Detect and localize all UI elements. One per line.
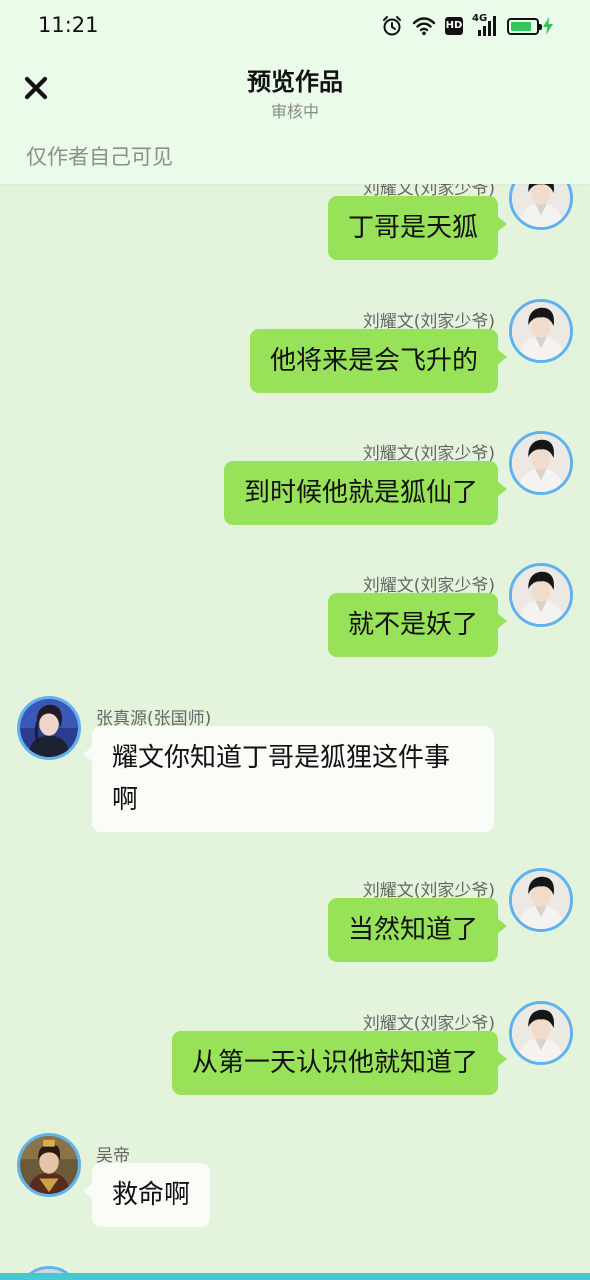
- status-time: 11:21: [38, 13, 99, 37]
- page-title: 预览作品: [247, 68, 343, 96]
- top-bar: 11:21 HD 4G 预览作品 审核中 仅作者自己可见: [0, 0, 590, 184]
- message-bubble[interactable]: 他将来是会飞升的: [249, 329, 508, 393]
- avatar-liu-yaowen[interactable]: [509, 431, 573, 495]
- message-bubble[interactable]: 耀文你知道丁哥是狐狸这件事啊: [83, 726, 494, 832]
- message-bubble[interactable]: 丁哥是天狐: [327, 196, 508, 260]
- bottom-edge-strip: [0, 1273, 590, 1280]
- chat-preview[interactable]: 刘耀文(刘家少爷) 丁哥是天狐 刘耀文(刘家少爷) 他将来是会飞升的 刘耀文(刘…: [0, 0, 590, 1280]
- alarm-icon: [383, 16, 401, 36]
- signal-icon: 4G: [472, 13, 498, 37]
- message-bubble[interactable]: 当然知道了: [327, 898, 508, 962]
- charging-icon: [543, 17, 553, 35]
- status-bar: 11:21 HD 4G: [0, 0, 590, 52]
- avatar-zhang-zhenyuan[interactable]: [17, 696, 81, 760]
- message-bubble[interactable]: 救命啊: [82, 1163, 211, 1227]
- avatar-liu-yaowen[interactable]: [509, 1001, 573, 1065]
- avatar-liu-yaowen[interactable]: [509, 868, 573, 932]
- avatar-liu-yaowen[interactable]: [509, 299, 573, 363]
- visibility-note: 仅作者自己可见: [26, 145, 173, 169]
- message-bubble[interactable]: 就不是妖了: [327, 593, 508, 657]
- nav-bar: 预览作品 审核中: [0, 52, 590, 130]
- status-icons: HD 4G: [381, 13, 554, 38]
- wifi-icon: [412, 17, 436, 36]
- battery-icon: [507, 17, 542, 35]
- avatar-liu-yaowen[interactable]: [509, 563, 573, 627]
- review-status: 审核中: [270, 102, 319, 121]
- message-bubble[interactable]: 到时候他就是狐仙了: [223, 461, 508, 525]
- message-bubble[interactable]: 从第一天认识他就知道了: [171, 1031, 508, 1095]
- hd-icon: HD: [445, 17, 463, 35]
- avatar-wu-di[interactable]: [17, 1133, 81, 1197]
